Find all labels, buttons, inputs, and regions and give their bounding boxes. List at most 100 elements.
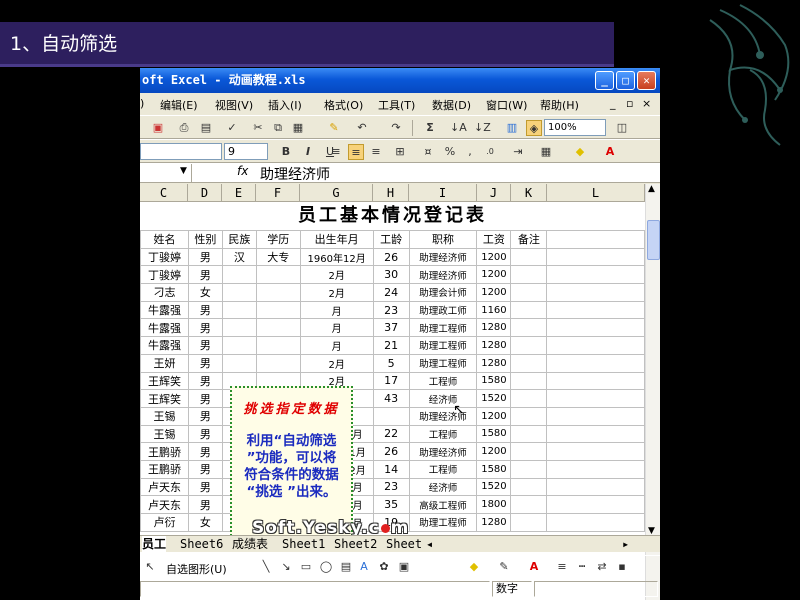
table-cell[interactable] [546, 265, 645, 285]
table-cell[interactable] [510, 477, 548, 497]
table-header-cell[interactable] [546, 230, 645, 249]
paste-icon[interactable]: ▦ [290, 120, 306, 136]
table-cell[interactable]: 26 [372, 247, 410, 267]
table-cell[interactable]: 刁志 [140, 283, 189, 302]
table-cell[interactable]: 男 [187, 247, 223, 267]
preview-icon[interactable]: ▤ [198, 120, 214, 136]
table-cell[interactable] [510, 513, 548, 532]
table-cell[interactable] [255, 336, 301, 355]
table-cell[interactable]: 1200 [476, 247, 512, 267]
hscroll-right-icon[interactable]: ▸ [622, 536, 629, 552]
table-row[interactable]: 刁志女 2月 24 助理会计师 1200 [140, 283, 645, 302]
table-cell[interactable]: 男 [187, 371, 223, 391]
table-cell[interactable]: 助理经济师 [408, 247, 478, 267]
table-row[interactable]: 卢天东男汉大专1948年8月35高级工程师1800 [140, 495, 645, 514]
table-cell[interactable]: 男 [187, 406, 223, 426]
table-cell[interactable]: 1200 [476, 283, 512, 302]
table-cell[interactable] [546, 300, 645, 320]
table-cell[interactable] [546, 495, 645, 514]
menu-item-view[interactable]: 视图(V) [215, 97, 253, 113]
table-cell[interactable] [221, 265, 257, 285]
table-cell[interactable]: 1580 [476, 424, 512, 444]
column-header[interactable]: G [300, 184, 373, 202]
drawing-icon[interactable]: ◈ [526, 120, 542, 136]
doc-close-icon[interactable]: × [642, 97, 651, 110]
table-cell[interactable]: 43 [372, 389, 410, 408]
table-cell[interactable]: 女 [187, 513, 223, 532]
table-cell[interactable] [510, 424, 548, 444]
table-cell[interactable]: 男 [187, 459, 223, 479]
line-color-icon[interactable]: ✎ [496, 559, 512, 575]
table-cell[interactable]: 王辉笑 [140, 371, 189, 391]
menu-item-window[interactable]: 窗口(W) [486, 97, 527, 113]
comma-style-icon[interactable]: , [462, 144, 478, 160]
table-cell[interactable] [510, 300, 548, 320]
open-icon[interactable]: ▣ [150, 120, 166, 136]
table-cell[interactable]: 1520 [476, 389, 512, 408]
table-cell[interactable]: 丁骏婷 [140, 247, 189, 267]
table-cell[interactable]: 22 [372, 424, 410, 444]
table-cell[interactable]: 高级工程师 [408, 495, 478, 514]
maximize-button[interactable]: □ [616, 71, 635, 90]
table-header-cell[interactable]: 工资 [476, 230, 512, 249]
fx-icon[interactable]: fx [237, 164, 248, 178]
arrow-style-icon[interactable]: ⇄ [594, 559, 610, 575]
font-color-icon[interactable]: A [602, 144, 618, 160]
table-header-cell[interactable]: 民族 [221, 230, 257, 249]
table-cell[interactable] [221, 300, 257, 320]
table-cell[interactable]: 大专 [255, 247, 301, 267]
table-cell[interactable] [510, 389, 548, 408]
table-cell[interactable] [221, 336, 257, 355]
table-cell[interactable]: 助理政工师 [408, 300, 478, 320]
column-header[interactable]: D [188, 184, 222, 202]
table-cell[interactable]: 王辉笑 [140, 389, 189, 408]
scroll-up-icon[interactable]: ▲ [648, 184, 655, 194]
table-row[interactable]: 牛露强男 月 23 助理政工师 1160 [140, 300, 645, 320]
zoom-select[interactable]: 100% [544, 119, 606, 136]
table-row[interactable]: 王辉笑男 2月 17 工程师 1580 [140, 371, 645, 391]
column-header[interactable]: L [547, 184, 645, 202]
table-cell[interactable]: 1580 [476, 459, 512, 479]
table-row[interactable]: 牛露强男 月 37 助理工程师 1280 [140, 318, 645, 338]
table-cell[interactable]: 30 [372, 265, 410, 285]
table-cell[interactable]: 37 [372, 318, 410, 338]
table-cell[interactable]: 男 [187, 336, 223, 355]
sheet-tab[interactable]: Sheet6 [180, 536, 223, 552]
table-cell[interactable] [546, 283, 645, 302]
bold-button[interactable]: B [278, 144, 294, 160]
table-cell[interactable] [546, 353, 645, 373]
cut-icon[interactable]: ✂ [250, 120, 266, 136]
format-painter-icon[interactable]: ✎ [326, 120, 342, 136]
table-cell[interactable]: 王锡 [140, 406, 189, 426]
table-cell[interactable]: 丁骏婷 [140, 265, 189, 285]
table-cell[interactable]: 月 [299, 336, 374, 355]
italic-button[interactable]: I [300, 144, 316, 160]
table-cell[interactable] [510, 442, 548, 461]
table-row[interactable]: 王鹏骄男汉大专1971年12月14工程师1580 [140, 459, 645, 479]
undo-icon[interactable]: ↶ [354, 120, 370, 136]
table-cell[interactable]: 王妍 [140, 353, 189, 373]
table-cell[interactable]: 21 [372, 336, 410, 355]
table-row[interactable]: 卢天东男汉大专1963年7月23经济师1520 [140, 477, 645, 497]
table-header-cell[interactable]: 学历 [255, 230, 301, 249]
sheet-tab[interactable]: Sheet [386, 536, 422, 552]
column-header[interactable]: I [409, 184, 477, 202]
table-cell[interactable]: 1280 [476, 513, 512, 532]
table-cell[interactable]: 男 [187, 424, 223, 444]
table-cell[interactable]: 2月 [299, 265, 374, 285]
table-cell[interactable] [510, 459, 548, 479]
table-cell[interactable]: 2月 [299, 353, 374, 373]
sort-ascending-icon[interactable]: ↓A [450, 120, 467, 136]
table-cell[interactable]: 1200 [476, 406, 512, 426]
chart-wizard-icon[interactable]: ▥ [504, 120, 520, 136]
menu-item-edit[interactable]: 编辑(E) [160, 97, 198, 113]
table-cell[interactable]: 月 [299, 300, 374, 320]
column-header[interactable]: C [140, 184, 188, 202]
table-cell[interactable]: 1160 [476, 300, 512, 320]
table-cell[interactable]: 助理工程师 [408, 353, 478, 373]
table-cell[interactable] [546, 247, 645, 267]
table-cell[interactable]: 男 [187, 495, 223, 514]
table-cell[interactable]: 26 [372, 442, 410, 461]
align-right-icon[interactable]: ≡ [368, 144, 384, 160]
minimize-button[interactable]: _ [595, 71, 614, 90]
